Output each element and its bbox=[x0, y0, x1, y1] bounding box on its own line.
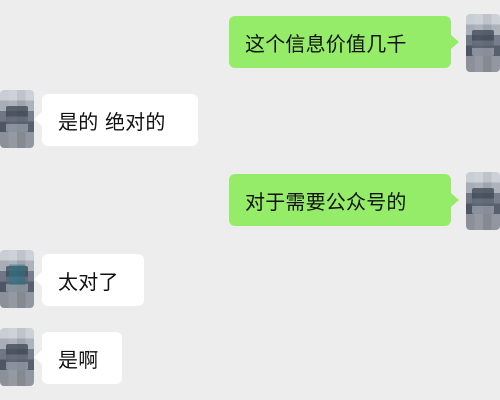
bubble-tail bbox=[451, 35, 459, 49]
avatar-icon[interactable] bbox=[466, 14, 500, 72]
message-incoming: 是啊 bbox=[0, 326, 500, 386]
message-text: 是啊 bbox=[58, 347, 99, 372]
message-text: 对于需要公众号的 bbox=[245, 189, 407, 214]
avatar-icon[interactable] bbox=[0, 250, 34, 308]
bubble-tail bbox=[34, 272, 42, 286]
bubble-tail bbox=[34, 112, 42, 126]
message-text: 太对了 bbox=[58, 269, 119, 294]
avatar-icon[interactable] bbox=[466, 172, 500, 230]
bubble-tail bbox=[451, 193, 459, 207]
message-outgoing: 对于需要公众号的 bbox=[0, 170, 500, 230]
message-bubble-incoming[interactable]: 是的 绝对的 bbox=[42, 94, 198, 146]
message-incoming: 是的 绝对的 bbox=[0, 88, 500, 148]
message-text: 这个信息价值几千 bbox=[245, 31, 407, 56]
message-text: 是的 绝对的 bbox=[58, 109, 166, 134]
chat-messages: 这个信息价值几千 是的 绝对的 对于需要公众号的 太对了 是啊 bbox=[0, 0, 500, 400]
message-incoming: 太对了 bbox=[0, 248, 500, 308]
message-bubble-outgoing[interactable]: 这个信息价值几千 bbox=[229, 16, 451, 68]
message-bubble-incoming[interactable]: 太对了 bbox=[42, 254, 144, 306]
bubble-tail bbox=[34, 350, 42, 364]
message-bubble-incoming[interactable]: 是啊 bbox=[42, 332, 122, 384]
message-outgoing: 这个信息价值几千 bbox=[0, 12, 500, 72]
avatar-icon[interactable] bbox=[0, 328, 34, 386]
message-bubble-outgoing[interactable]: 对于需要公众号的 bbox=[229, 174, 451, 226]
avatar-icon[interactable] bbox=[0, 90, 34, 148]
